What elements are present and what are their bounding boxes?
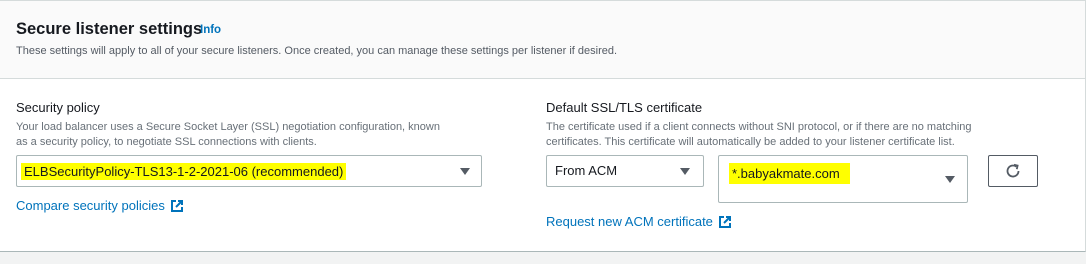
- security-policy-hint-line1: Your load balancer uses a Secure Socket …: [16, 121, 440, 133]
- certificate-selected-value: *.babyakmate.com: [729, 163, 850, 184]
- certificate-source-select[interactable]: From ACM: [546, 155, 704, 187]
- request-acm-certificate-link[interactable]: Request new ACM certificate: [546, 214, 732, 229]
- request-acm-certificate-label: Request new ACM certificate: [546, 214, 713, 229]
- caret-down-icon: [460, 168, 470, 175]
- security-policy-hint-line2: as a security policy, to negotiate SSL c…: [16, 136, 317, 148]
- refresh-certificates-button[interactable]: [988, 155, 1038, 187]
- panel-header: Secure listener settings Info These sett…: [0, 1, 1085, 79]
- security-policy-selected-value: ELBSecurityPolicy-TLS13-1-2-2021-06 (rec…: [21, 163, 347, 180]
- caret-down-icon: [680, 168, 690, 175]
- panel-description: These settings will apply to all of your…: [16, 45, 618, 57]
- security-policy-label: Security policy: [16, 100, 100, 115]
- certificate-source-value: From ACM: [555, 163, 618, 178]
- compare-security-policies-link[interactable]: Compare security policies: [16, 198, 184, 213]
- compare-security-policies-label: Compare security policies: [16, 198, 165, 213]
- certificate-hint-line2: certificates. This certificate will auto…: [546, 136, 955, 148]
- refresh-icon: [1006, 163, 1020, 178]
- external-link-icon: [170, 199, 183, 212]
- certificate-hint-line1: The certificate used if a client connect…: [546, 121, 972, 133]
- certificate-select[interactable]: *.babyakmate.com: [718, 155, 968, 203]
- info-link[interactable]: Info: [200, 24, 221, 36]
- caret-down-icon: [945, 176, 955, 183]
- certificate-label: Default SSL/TLS certificate: [546, 100, 703, 115]
- security-policy-select[interactable]: ELBSecurityPolicy-TLS13-1-2-2021-06 (rec…: [16, 155, 482, 187]
- external-link-icon: [718, 215, 731, 228]
- panel-title: Secure listener settings: [16, 20, 203, 38]
- secure-listener-settings-panel: Secure listener settings Info These sett…: [0, 0, 1086, 252]
